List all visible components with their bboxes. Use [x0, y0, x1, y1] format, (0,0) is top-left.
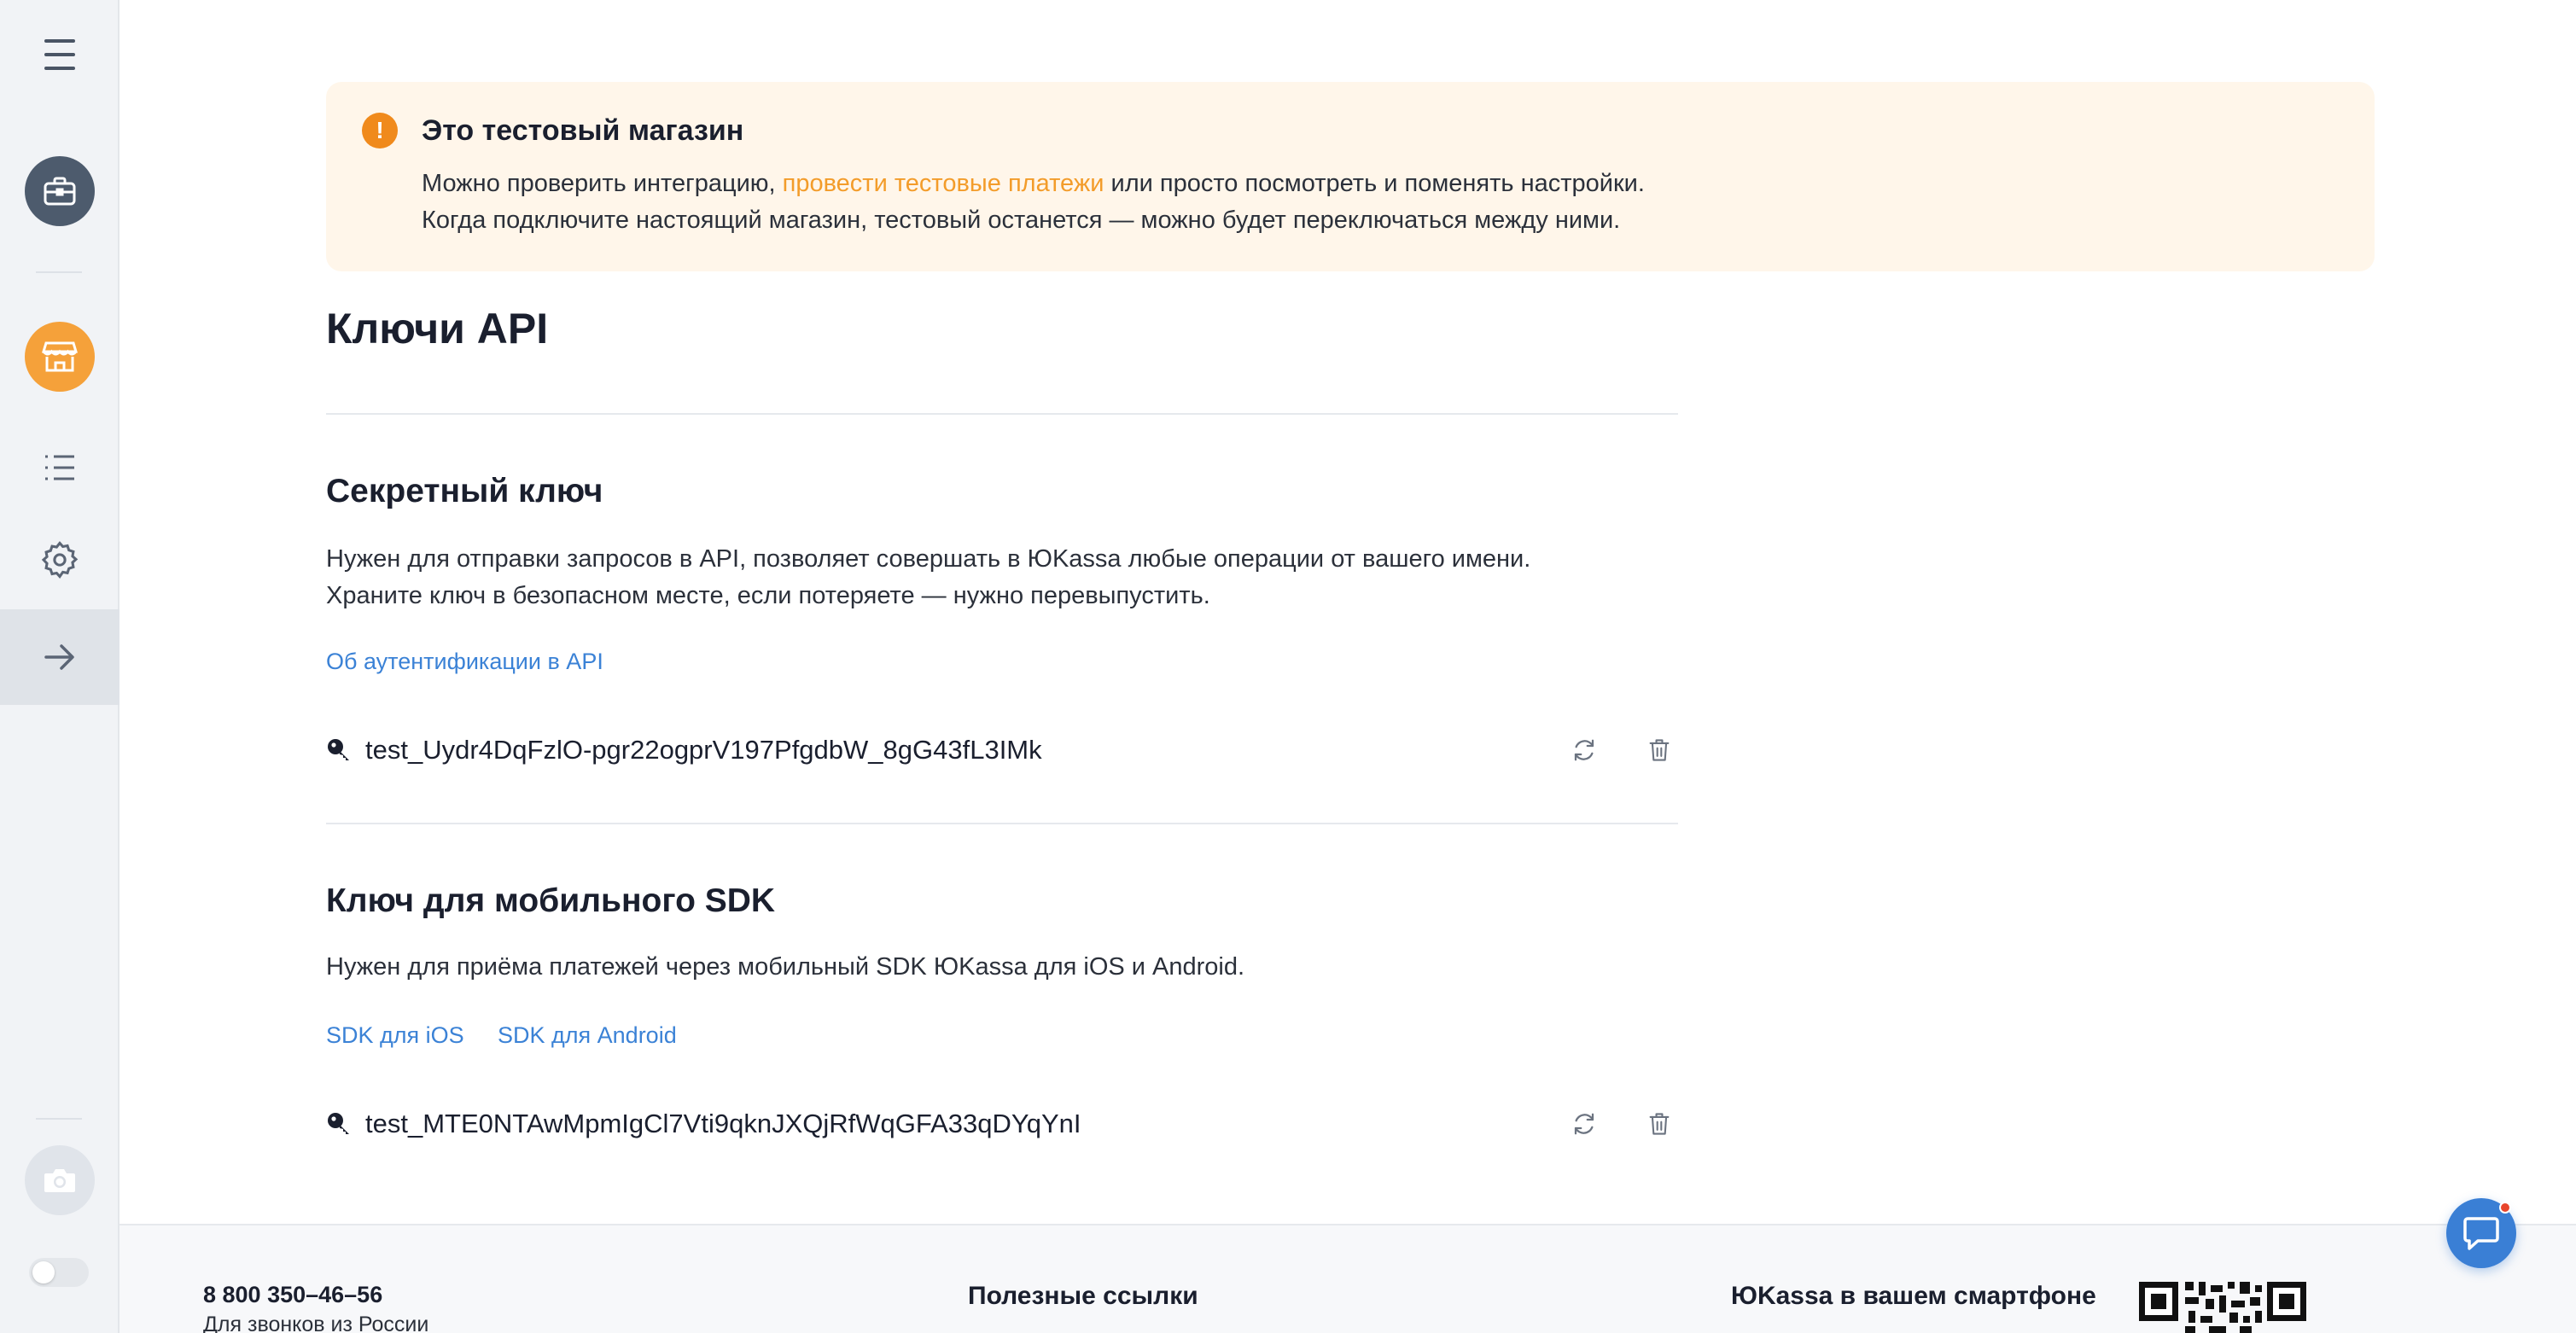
divider	[326, 413, 1678, 415]
notice-title: Это тестовый магазин	[422, 114, 744, 147]
sdk-key-value: test_MTE0NTAwMpmIgCl7Vti9qknJXQjRfWqGFA3…	[365, 1109, 1081, 1138]
sidebar-item-list[interactable]	[0, 444, 119, 492]
regenerate-sdk-key-button[interactable]	[1565, 1105, 1603, 1143]
support-phone-caption: Для звонков из России	[203, 1313, 429, 1333]
menu-icon	[44, 39, 75, 43]
toggle-knob	[32, 1261, 55, 1284]
menu-button[interactable]	[0, 29, 119, 80]
test-payments-link[interactable]: провести тестовые платежи	[783, 170, 1104, 197]
support-phone[interactable]: 8 800 350–46–56	[203, 1282, 382, 1308]
page-title: Ключи API	[326, 305, 549, 352]
sidebar-expand-button[interactable]	[0, 609, 119, 705]
delete-sdk-key-button[interactable]	[1641, 1105, 1678, 1143]
sidebar	[0, 0, 119, 1333]
footer: 8 800 350–46–56 Для звонков из России По…	[119, 1225, 2576, 1333]
notification-dot	[2499, 1202, 2511, 1214]
exclamation-icon: !	[362, 113, 398, 148]
briefcase-icon	[25, 156, 95, 226]
mobile-app-heading: ЮKassa в вашем смартфоне	[1731, 1282, 2096, 1310]
notice-text-part: Можно проверить интеграцию,	[422, 170, 783, 197]
secret-key-title: Секретный ключ	[326, 473, 603, 509]
divider	[326, 823, 1678, 824]
key-icon	[326, 737, 352, 763]
delete-secret-key-button[interactable]	[1641, 731, 1678, 769]
refresh-icon	[1574, 1113, 1594, 1135]
sdk-ios-link[interactable]: SDK для iOS	[326, 1022, 464, 1049]
sdk-key-title: Ключ для мобильного SDK	[326, 882, 776, 919]
key-icon	[326, 1111, 352, 1137]
gear-icon	[41, 541, 79, 579]
trash-icon	[1649, 1113, 1670, 1135]
secret-key-value: test_Uydr4DqFzlO-pgr22ogprV197PfgdbW_8gG…	[365, 735, 1042, 765]
notice-text-line2: Когда подключите настоящий магазин, тест…	[422, 207, 1621, 234]
sdk-key-description: Нужен для приёма платежей через мобильны…	[326, 953, 1245, 981]
refresh-icon	[1574, 739, 1594, 761]
sidebar-divider	[36, 1118, 82, 1120]
test-store-notice: ! Это тестовый магазин Можно проверить и…	[326, 82, 2375, 271]
arrow-right-icon	[44, 644, 74, 670]
regenerate-secret-key-button[interactable]	[1565, 731, 1603, 769]
qr-code	[2137, 1277, 2308, 1333]
sidebar-item-settings[interactable]	[0, 536, 119, 584]
api-auth-link[interactable]: Об аутентификации в API	[326, 649, 603, 675]
secret-key-desc-line2: Храните ключ в безопасном месте, если по…	[326, 582, 1210, 609]
secret-key-row: test_Uydr4DqFzlO-pgr22ogprV197PfgdbW_8gG…	[326, 729, 1678, 771]
useful-links-heading: Полезные ссылки	[968, 1282, 1198, 1310]
sidebar-divider	[36, 271, 82, 273]
chat-icon	[2463, 1217, 2499, 1250]
camera-icon	[25, 1145, 95, 1215]
sdk-key-row: test_MTE0NTAwMpmIgCl7Vti9qknJXQjRfWqGFA3…	[326, 1103, 1678, 1145]
notice-text: Можно проверить интеграцию, провести тес…	[422, 166, 1645, 239]
store-icon	[25, 322, 95, 392]
sidebar-item-briefcase[interactable]	[0, 156, 119, 226]
secret-key-desc-line1: Нужен для отправки запросов в API, позво…	[326, 545, 1531, 573]
support-chat-button[interactable]	[2446, 1198, 2516, 1268]
notice-text-part: или просто посмотреть и поменять настрой…	[1104, 170, 1645, 197]
trash-icon	[1649, 739, 1670, 761]
secret-key-description: Нужен для отправки запросов в API, позво…	[326, 541, 1530, 614]
list-icon	[45, 455, 74, 480]
sdk-android-link[interactable]: SDK для Android	[498, 1022, 677, 1049]
sidebar-item-camera[interactable]	[0, 1145, 119, 1215]
theme-toggle[interactable]	[29, 1258, 89, 1287]
sidebar-item-store[interactable]	[0, 322, 119, 392]
